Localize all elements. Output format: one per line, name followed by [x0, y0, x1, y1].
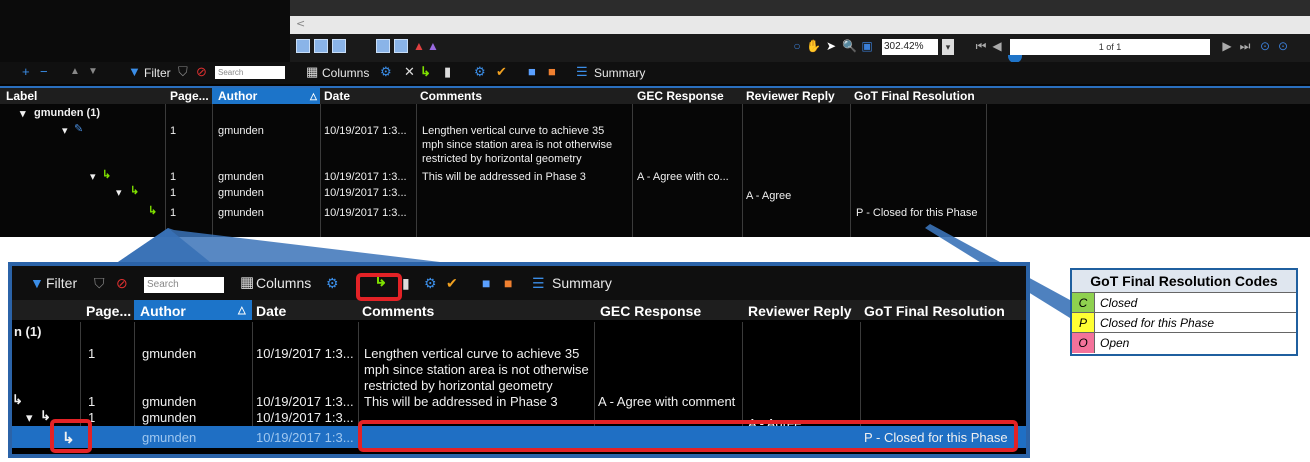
row2-gec-response: A - Agree with comment: [598, 394, 736, 409]
row1-comment-line: Lengthen vertical curve to achieve 35: [364, 346, 580, 361]
filter-icon[interactable]: ▼: [30, 276, 44, 290]
summary-doc-icon[interactable]: ■: [504, 276, 512, 290]
row-expand-icon[interactable]: ▾: [26, 410, 33, 426]
grid-line: [358, 322, 359, 426]
grid-line: [80, 322, 81, 426]
columns-icon[interactable]: ▦: [240, 275, 254, 290]
columns-button[interactable]: Columns: [256, 275, 311, 291]
column-header-page[interactable]: Page...: [86, 303, 131, 319]
properties-gear-icon[interactable]: ⚙: [424, 276, 437, 290]
row2-date: 10/19/2017 1:3...: [256, 394, 354, 409]
row1-date: 10/19/2017 1:3...: [256, 346, 354, 361]
summary-button[interactable]: Summary: [552, 275, 612, 291]
row1-comment: Lengthen vertical curve to achieve 35 mp…: [364, 346, 594, 394]
row2-comment: This will be addressed in Phase 3: [364, 394, 558, 409]
resolution-codes-legend: GoT Final Resolution Codes C Closed P Cl…: [1070, 268, 1298, 356]
row2-author: gmunden: [142, 394, 197, 409]
row1-comment-line: restricted by horizontal geometry: [364, 378, 553, 393]
column-header-author[interactable]: Author: [140, 303, 186, 319]
grid-line: [742, 322, 743, 426]
legend-desc: Closed: [1100, 296, 1138, 310]
column-header-date[interactable]: Date: [256, 303, 286, 319]
row4-author: gmunden: [142, 430, 197, 445]
row2-page: 1: [88, 394, 96, 409]
column-header-comments[interactable]: Comments: [362, 303, 434, 319]
legend-row-closed: C Closed: [1072, 292, 1296, 313]
clear-filter-icon[interactable]: ⛉: [94, 276, 105, 290]
checkmark-icon[interactable]: ✔: [446, 276, 458, 290]
row1-author: gmunden: [142, 346, 197, 361]
legend-desc: Open: [1100, 336, 1130, 350]
export-icon[interactable]: ■: [482, 276, 490, 290]
row1-page: 1: [88, 346, 96, 361]
row3-author: gmunden: [142, 410, 197, 425]
reply-arrow-icon: ↳: [12, 392, 23, 407]
legend-desc: Closed for this Phase: [1100, 316, 1215, 330]
settings-gear-icon[interactable]: ⚙: [326, 276, 339, 290]
reply-row-icon-highlight: [50, 419, 92, 453]
row1-comment-line: mph since station area is not otherwise: [364, 362, 589, 377]
legend-row-closed-phase: P Closed for this Phase: [1072, 312, 1296, 333]
legend-code: P: [1072, 313, 1095, 333]
grid-line: [134, 322, 135, 426]
grid-line: [860, 322, 861, 426]
grid-line: [252, 322, 253, 426]
status-icon[interactable]: ▮: [402, 276, 410, 290]
summary-list-icon[interactable]: ☰: [532, 276, 545, 290]
legend-code: O: [1072, 333, 1095, 353]
legend-code: C: [1072, 293, 1095, 313]
sort-ascending-icon: △: [238, 305, 246, 316]
legend-row-open: O Open: [1072, 332, 1296, 353]
reply-button-highlight: [356, 273, 402, 301]
group-label[interactable]: n (1): [14, 324, 41, 339]
row3-date: 10/19/2017 1:3...: [256, 410, 354, 425]
zoom-callout-wedge-fill: [118, 228, 440, 262]
grid-line: [594, 322, 595, 426]
final-resolution-highlight: [358, 420, 1018, 452]
column-header-got-final-resolution[interactable]: GoT Final Resolution: [864, 303, 1005, 319]
zoomed-column-header-row: Page... Author △ Date Comments GEC Respo…: [12, 300, 1026, 320]
column-header-reviewer-reply[interactable]: Reviewer Reply: [748, 303, 852, 319]
filter-button[interactable]: Filter: [46, 275, 77, 291]
row4-date: 10/19/2017 1:3...: [256, 430, 354, 445]
column-header-gec-response[interactable]: GEC Response: [600, 303, 701, 319]
search-input[interactable]: Search: [144, 277, 224, 293]
zoomed-toolbar: ▼ Filter ⛉ ⊘ Search ▦ Columns ⚙ ↳ ▮ ⚙ ✔ …: [12, 266, 1026, 300]
legend-title: GoT Final Resolution Codes: [1072, 270, 1296, 293]
hide-markups-icon[interactable]: ⊘: [116, 276, 128, 290]
